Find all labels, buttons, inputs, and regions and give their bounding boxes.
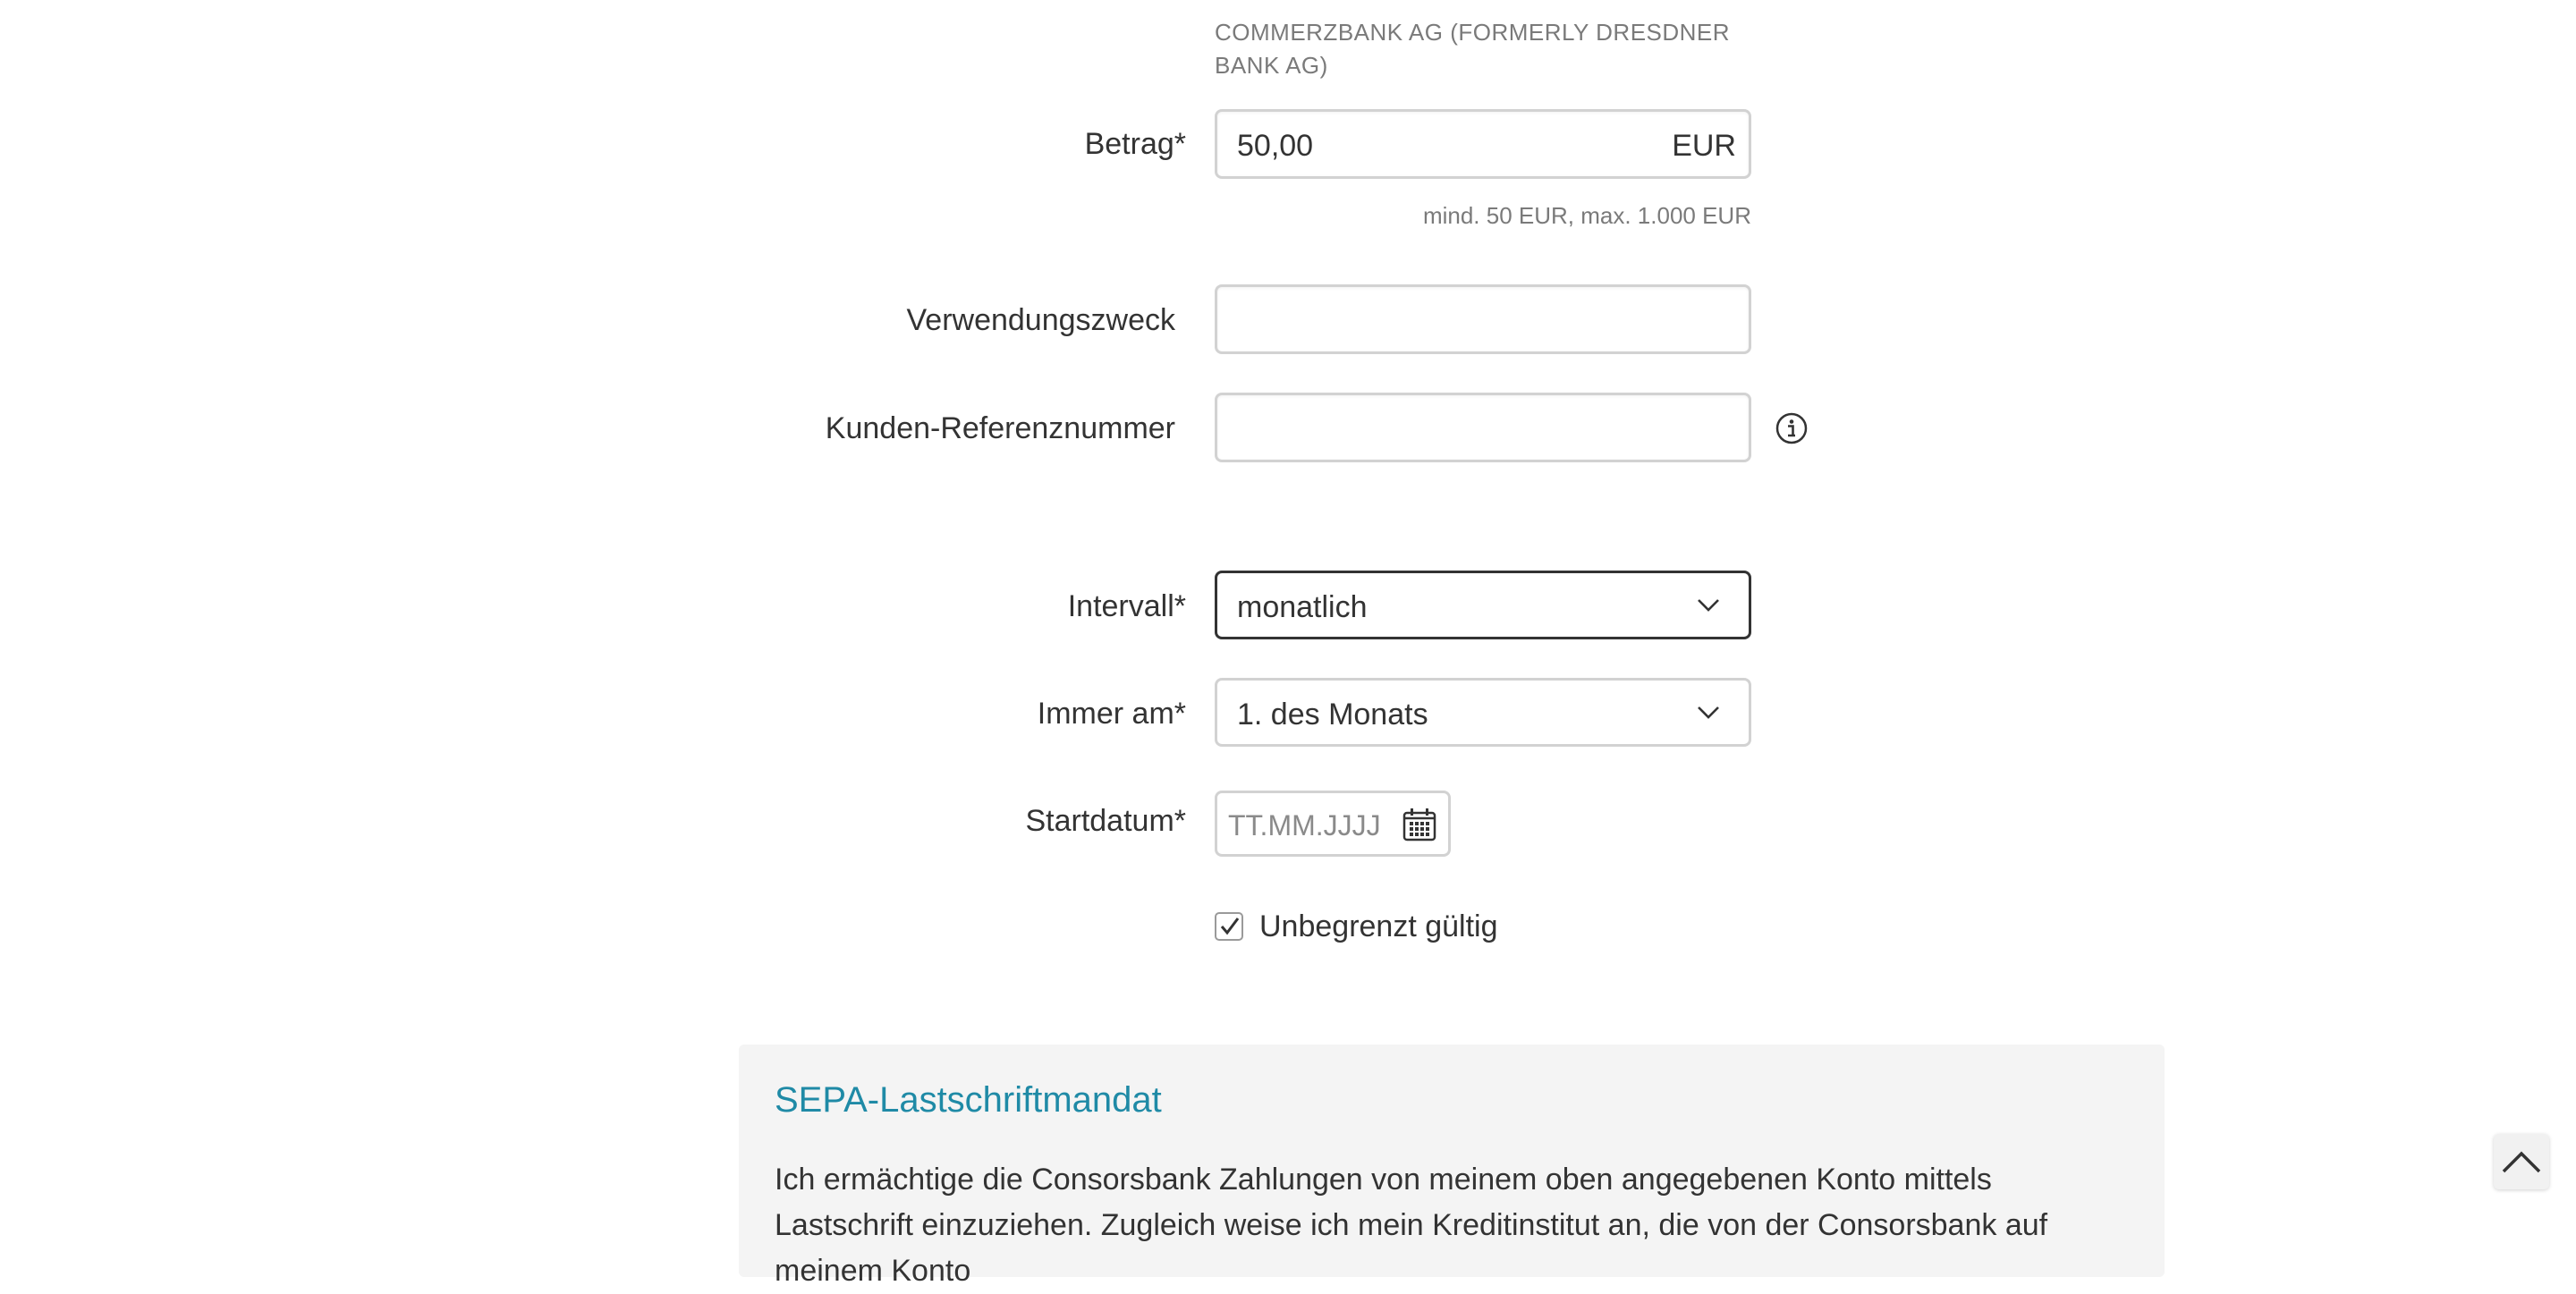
unlimited-label[interactable]: Unbegrenzt gültig [1259,909,1498,944]
sepa-mandate-title: SEPA-Lastschriftmandat [775,1080,1162,1120]
start-date-input[interactable]: TT.MM.JJJJ [1215,791,1451,857]
amount-value: 50,00 [1237,129,1314,163]
unlimited-checkbox[interactable] [1215,912,1243,941]
purpose-label: Verwendungszweck [906,303,1175,337]
start-date-label: Startdatum* [1025,804,1186,838]
sepa-mandate-text: Ich ermächtige die Consorsbank Zahlungen… [775,1163,2048,1288]
customer-reference-label: Kunden-Referenznummer [825,411,1175,445]
info-icon[interactable] [1775,411,1809,445]
amount-input[interactable]: 50,00 EUR [1215,109,1751,179]
purpose-input[interactable] [1215,284,1751,354]
day-selected-value: 1. des Monats [1237,698,1428,732]
interval-selected-value: monatlich [1237,590,1368,624]
recipient-bank-name: COMMERZBANK AG (FORMERLY DRESDNER BANK A… [1215,19,1731,79]
chevron-up-icon [2502,1151,2541,1173]
interval-label: Intervall* [1067,589,1186,623]
sepa-mandate-panel: SEPA-Lastschriftmandat Ich ermächtige di… [739,1045,2165,1288]
start-date-placeholder: TT.MM.JJJJ [1228,809,1381,842]
chevron-down-icon [1697,598,1720,613]
checkmark-icon [1220,918,1240,935]
currency-suffix: EUR [1672,129,1736,163]
day-label: Immer am* [1037,697,1186,731]
customer-reference-input[interactable] [1215,393,1751,462]
amount-label: Betrag* [1084,127,1186,161]
day-select[interactable]: 1. des Monats [1215,678,1751,747]
scroll-to-top-button[interactable] [2494,1134,2549,1189]
amount-hint: mind. 50 EUR, max. 1.000 EUR [1422,202,1751,229]
calendar-icon[interactable] [1402,807,1437,842]
chevron-down-icon [1697,706,1720,720]
interval-select[interactable]: monatlich [1215,571,1751,639]
